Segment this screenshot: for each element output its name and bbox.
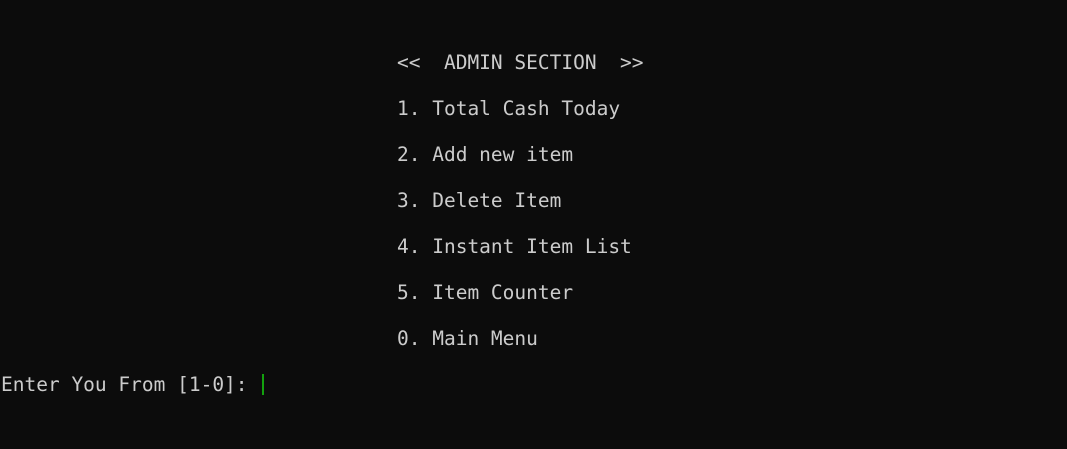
input-prompt-line[interactable]: Enter You From [1-0]: (1, 373, 265, 397)
input-prompt-label: Enter You From [1-0]: (1, 373, 260, 396)
menu-item-instant-item-list: 4. Instant Item List (397, 235, 632, 258)
text-cursor (262, 374, 265, 395)
menu-title: << ADMIN SECTION >> (397, 51, 644, 74)
menu-item-delete-item: 3. Delete Item (397, 189, 562, 212)
menu-item-item-counter: 5. Item Counter (397, 281, 574, 304)
menu-item-add-new-item: 2. Add new item (397, 143, 574, 166)
terminal-window: << ADMIN SECTION >> 1. Total Cash Today … (0, 0, 1067, 449)
menu-item-main-menu: 0. Main Menu (397, 327, 538, 350)
menu-item-total-cash: 1. Total Cash Today (397, 97, 621, 120)
